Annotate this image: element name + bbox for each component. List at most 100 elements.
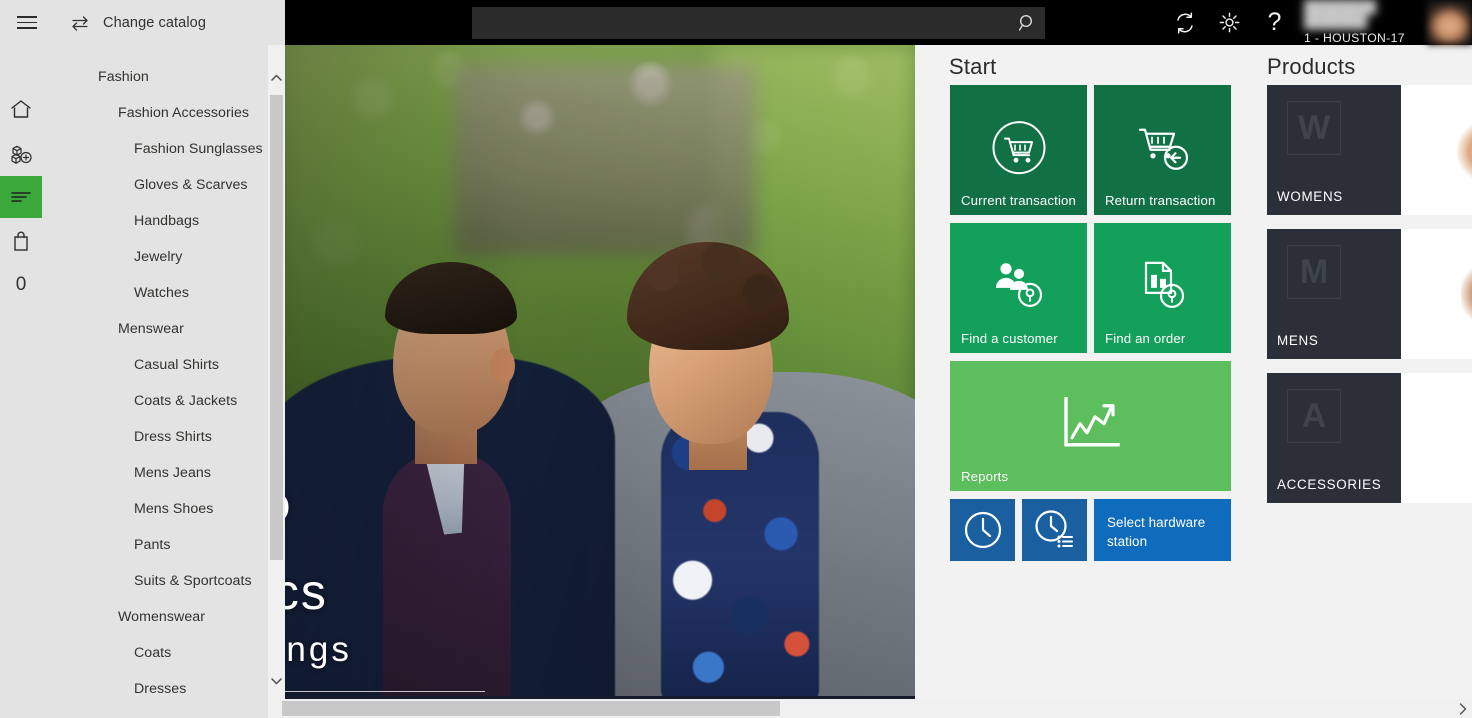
sidebar-item-womenswear[interactable]: Womenswear xyxy=(42,599,268,635)
sidebar-item-label: Suits & Sportcoats xyxy=(134,573,252,589)
product-image-placeholder: M xyxy=(1287,245,1341,299)
chevron-right-icon[interactable] xyxy=(1453,699,1472,718)
product-card-tile: M MENS xyxy=(1267,229,1401,359)
sidebar-item-fashion-sunglasses[interactable]: Fashion Sunglasses xyxy=(42,131,268,167)
customer-search-icon xyxy=(989,259,1049,313)
product-image-placeholder: W xyxy=(1287,101,1341,155)
product-card-label: ACCESSORIES xyxy=(1277,477,1382,492)
sidebar-item-pants[interactable]: Pants xyxy=(42,527,268,563)
horizontal-scroll-thumb[interactable] xyxy=(282,701,780,716)
order-search-icon xyxy=(1134,259,1192,313)
sidebar-item-coats-jackets[interactable]: Coats & Jackets xyxy=(42,383,268,419)
question-mark-icon[interactable]: ? xyxy=(1252,0,1297,45)
sidebar-scrollbar[interactable] xyxy=(268,45,285,718)
sidebar-item-casual-shirts[interactable]: Casual Shirts xyxy=(42,347,268,383)
sidebar-item-label: Watches xyxy=(134,285,190,301)
sidebar-item-label: Coats & Jackets xyxy=(134,393,238,409)
rail-item-shopping-bag[interactable] xyxy=(0,220,42,262)
refresh-icon[interactable] xyxy=(1162,0,1207,45)
swap-arrows-icon xyxy=(70,15,90,31)
sidebar-scroll-thumb[interactable] xyxy=(270,95,283,560)
promotional-banner[interactable]: OP assics e savings xyxy=(285,45,915,702)
store-register-id: 1 - HOUSTON-17 xyxy=(1304,30,1405,45)
tile-label: Current transaction xyxy=(961,193,1076,208)
tile-label: Return transaction xyxy=(1105,193,1216,208)
product-card-tile: A ACCESSORIES xyxy=(1267,373,1401,503)
cart-circle-icon xyxy=(990,119,1048,177)
search-icon[interactable] xyxy=(1009,7,1045,39)
sidebar-item-fashion-accessories[interactable]: Fashion Accessories xyxy=(42,95,268,131)
banner-headline: OP xyxy=(285,475,647,561)
placeholder-letter: M xyxy=(1299,253,1329,291)
sidebar-item-gloves-scarves[interactable]: Gloves & Scarves xyxy=(42,167,268,203)
rail-item-home[interactable] xyxy=(0,88,42,130)
sidebar-item-label: Menswear xyxy=(118,321,184,337)
top-bar-right: ? ████████ ███████ 1 - HOUSTON-17 xyxy=(285,0,1472,45)
tile-find-customer[interactable]: Find a customer xyxy=(950,223,1087,353)
sidebar-item-handbags[interactable]: Handbags xyxy=(42,203,268,239)
shopping-bag-icon xyxy=(11,230,31,252)
product-card-accessories[interactable]: A ACCESSORIES xyxy=(1267,373,1472,503)
sidebar-item-label: Pants xyxy=(134,537,171,553)
sidebar-item-label: Jewelry xyxy=(134,249,183,265)
chart-arrow-icon xyxy=(1060,396,1122,452)
tile-time-clock[interactable] xyxy=(950,499,1015,561)
tile-return-transaction[interactable]: Return transaction xyxy=(1094,85,1231,215)
sidebar-item-label: Dress Shirts xyxy=(134,429,212,445)
product-card-photo xyxy=(1401,229,1472,359)
sidebar-item-jewelry[interactable]: Jewelry xyxy=(42,239,268,275)
rail-item-catalog[interactable] xyxy=(0,176,42,218)
sidebar-item-coats[interactable]: Coats xyxy=(42,635,268,671)
product-card-label: MENS xyxy=(1277,333,1319,348)
tile-select-hardware-station[interactable]: Select hardware station xyxy=(1094,499,1231,561)
gear-icon[interactable] xyxy=(1207,0,1252,45)
placeholder-letter: W xyxy=(1297,109,1331,147)
chevron-down-icon[interactable] xyxy=(268,672,285,691)
search-bar[interactable] xyxy=(472,7,1045,39)
sidebar-item-dresses[interactable]: Dresses xyxy=(42,671,268,707)
sidebar-item-label: Fashion Sunglasses xyxy=(134,141,263,157)
chevron-up-icon[interactable] xyxy=(268,68,285,87)
sidebar-item-label: Womenswear xyxy=(118,609,205,625)
sidebar-item-fashion[interactable]: Fashion xyxy=(42,59,268,95)
hamburger-icon[interactable] xyxy=(6,0,48,45)
tile-current-transaction[interactable]: Current transaction xyxy=(950,85,1087,215)
sidebar-item-menswear[interactable]: Menswear xyxy=(42,311,268,347)
start-panel: Start Current transaction Return transac… xyxy=(915,45,1255,702)
sidebar-item-label: Coats xyxy=(134,645,172,661)
banner-text: OP assics e savings xyxy=(285,475,647,692)
product-image-placeholder: A xyxy=(1287,389,1341,443)
search-input[interactable] xyxy=(472,8,1009,38)
sidebar-item-mens-shoes[interactable]: Mens Shoes xyxy=(42,491,268,527)
product-card-womens[interactable]: W WOMENS xyxy=(1267,85,1472,215)
banner-tagline: e savings xyxy=(285,630,352,669)
pos-application: OP assics e savings Start xyxy=(0,0,1472,718)
user-account-button[interactable]: ████████ ███████ 1 - HOUSTON-17 xyxy=(1297,0,1427,45)
sidebar-item-dress-shirts[interactable]: Dress Shirts xyxy=(42,419,268,455)
horizontal-scrollbar[interactable] xyxy=(280,699,1472,718)
banner-subline: assics xyxy=(285,564,328,620)
product-card-mens[interactable]: M MENS xyxy=(1267,229,1472,359)
user-avatar[interactable] xyxy=(1427,0,1472,45)
cart-return-icon xyxy=(1132,120,1194,176)
rail-cart-count[interactable]: 0 xyxy=(0,264,42,306)
sidebar-item-mens-jeans[interactable]: Mens Jeans xyxy=(42,455,268,491)
product-card-photo xyxy=(1401,373,1472,503)
icon-rail: 0 xyxy=(0,45,42,718)
sidebar-item-label: Fashion xyxy=(98,69,149,85)
catalog-nav-list: Fashion Fashion Accessories Fashion Sungla… xyxy=(42,45,268,707)
sidebar-item-watches[interactable]: Watches xyxy=(42,275,268,311)
tile-find-order[interactable]: Find an order xyxy=(1094,223,1231,353)
tile-label: Select hardware station xyxy=(1107,515,1206,549)
rail-item-products[interactable] xyxy=(0,132,42,174)
start-panel-title: Start xyxy=(949,54,997,79)
tile-time-clock-entries[interactable] xyxy=(1022,499,1087,561)
change-catalog-button[interactable]: Change catalog xyxy=(70,15,206,31)
sidebar-item-suits-sportcoats[interactable]: Suits & Sportcoats xyxy=(42,563,268,599)
tile-reports[interactable]: Reports xyxy=(950,361,1231,491)
product-photo-figure xyxy=(1457,115,1472,215)
sidebar-item-label: Handbags xyxy=(134,213,200,229)
boxes-icon xyxy=(10,142,33,164)
product-photo-figure xyxy=(1461,255,1472,359)
catalog-sidebar: Fashion Fashion Accessories Fashion Sungla… xyxy=(42,45,285,718)
